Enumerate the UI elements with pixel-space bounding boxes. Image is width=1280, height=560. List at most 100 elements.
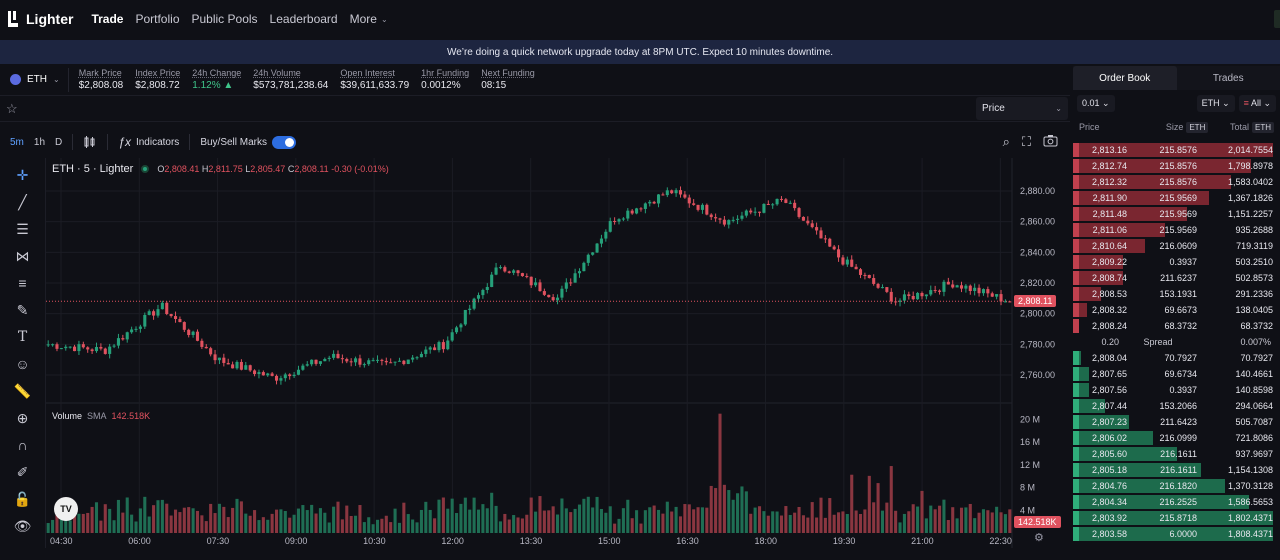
market-selector[interactable]: ETH ⌄ (2, 67, 69, 92)
tradingview-logo[interactable]: TV (54, 497, 78, 521)
volume-bar (604, 512, 608, 533)
candle-body (441, 342, 445, 350)
volume-bar (696, 507, 700, 533)
camera-icon[interactable] (1043, 134, 1058, 150)
candle-body (573, 273, 577, 283)
nav-leaderboard[interactable]: Leaderboard (270, 12, 338, 26)
volume-bar (323, 512, 327, 533)
chart-subbar: ☆ Price ⌄ (0, 96, 1070, 122)
size-cell: 215.8718 (1159, 513, 1197, 523)
bid-row[interactable]: 2,804.34 216.2525 1,586.5653 (1073, 494, 1280, 510)
tab-order-book[interactable]: Order Book (1073, 66, 1177, 90)
view-mode-select[interactable]: ≡ All ⌄ (1238, 94, 1276, 112)
lock-drawing-icon[interactable]: ✐ (13, 463, 33, 481)
settings-icon[interactable]: ⚙ (1034, 531, 1044, 544)
ask-row[interactable]: 2,808.74 211.6237 502.8573 (1073, 270, 1280, 286)
lock-icon[interactable]: 🔓 (13, 490, 33, 508)
ask-row[interactable]: 2,812.74 215.8576 1,798.8978 (1073, 158, 1280, 174)
candle-body (714, 217, 718, 219)
connect-button[interactable] (1274, 10, 1280, 28)
candle-body (648, 201, 652, 204)
candlestick-chart[interactable]: 2,880.00 2,860.00 2,840.00 2,820.00 2,800.00… (46, 158, 1070, 548)
ask-row[interactable]: 2,810.64 216.0609 719.3119 (1073, 238, 1280, 254)
ask-row[interactable]: 2,808.24 68.3732 68.3732 (1073, 318, 1280, 334)
candle-body (876, 283, 880, 288)
ask-row[interactable]: 2,811.48 215.9569 1,151.2257 (1073, 206, 1280, 222)
candle-type-icon[interactable] (83, 135, 97, 149)
tick-size-select[interactable]: 0.01 ⌄ (1077, 94, 1115, 112)
chevron-down-icon: ⌄ (53, 75, 60, 84)
ask-row[interactable]: 2,811.90 215.9569 1,367.1826 (1073, 190, 1280, 206)
volume-bar (195, 510, 200, 533)
bid-row[interactable]: 2,803.92 215.8718 1,802.4371 (1073, 510, 1280, 526)
brand-logo[interactable]: Lighter (6, 11, 73, 27)
emoji-icon[interactable]: ☺ (13, 355, 33, 373)
candle-body (156, 309, 160, 316)
candle-body (613, 221, 617, 223)
text-icon[interactable]: T (13, 328, 33, 346)
nav-portfolio[interactable]: Portfolio (135, 12, 179, 26)
star-icon[interactable]: ☆ (6, 101, 18, 117)
asset-unit-select[interactable]: ETH ⌄ (1196, 94, 1235, 112)
horizontal-lines-icon[interactable]: ☰ (13, 220, 33, 238)
volume-bar (907, 511, 911, 533)
zoom-in-icon[interactable]: ⊕ (13, 409, 33, 427)
volume-bar (823, 517, 827, 533)
fib-icon[interactable]: ≡ (13, 274, 33, 292)
trend-line-icon[interactable]: ╱ (13, 193, 33, 211)
brush-icon[interactable]: ✎ (13, 301, 33, 319)
volume-bar (450, 498, 454, 533)
volume-bar (582, 498, 586, 533)
indicators-button[interactable]: ƒx Indicators (118, 135, 179, 149)
timeframe-5m[interactable]: 5m (10, 137, 24, 148)
ask-row[interactable]: 2,808.32 69.6673 138.0405 (1073, 302, 1280, 318)
size-cell: 153.2066 (1159, 401, 1197, 411)
candle-body (920, 292, 924, 297)
bid-row[interactable]: 2,807.44 153.2066 294.0664 (1073, 398, 1280, 414)
bid-row[interactable]: 2,803.58 6.0000 1,808.4371 (1073, 526, 1280, 542)
timeframe-1h[interactable]: 1h (34, 137, 45, 148)
ask-row[interactable]: 2,813.16 215.8576 2,014.7554 (1073, 142, 1280, 158)
volume-bar (771, 511, 775, 533)
ask-row[interactable]: 2,811.06 215.9569 935.2688 (1073, 222, 1280, 238)
magnet-icon[interactable]: ∩ (13, 436, 33, 454)
ask-row[interactable]: 2,808.53 153.1931 291.2336 (1073, 286, 1280, 302)
crosshair-icon[interactable]: ✛ (13, 166, 33, 184)
chart-actions: ⌕ ⛶ (1003, 134, 1058, 150)
ask-row[interactable]: 2,812.32 215.8576 1,583.0402 (1073, 174, 1280, 190)
fullscreen-icon[interactable]: ⛶ (1022, 134, 1031, 150)
ask-row[interactable]: 2,809.22 0.3937 503.2510 (1073, 254, 1280, 270)
nav-public-pools[interactable]: Public Pools (192, 12, 258, 26)
time-tick-label: 10:30 (363, 536, 386, 546)
volume-bar (678, 516, 683, 533)
bid-row[interactable]: 2,805.18 216.1611 1,154.1308 (1073, 462, 1280, 478)
bid-row[interactable]: 2,804.76 216.1820 1,370.3128 (1073, 478, 1280, 494)
timeframe-d[interactable]: D (55, 137, 62, 148)
total-cell: 138.0405 (1235, 305, 1273, 315)
buy-sell-marks-control[interactable]: Buy/Sell Marks (200, 135, 296, 149)
ruler-icon[interactable]: 📏 (13, 382, 33, 400)
eye-icon[interactable]: 👁 (13, 517, 33, 535)
bid-row[interactable]: 2,807.23 211.6423 505.7087 (1073, 414, 1280, 430)
price-type-select[interactable]: Price ⌄ (976, 97, 1068, 120)
volume-bar (740, 486, 744, 533)
volume-bar (586, 496, 590, 533)
search-icon[interactable]: ⌕ (1003, 134, 1010, 150)
price-chart[interactable]: 2,880.00 2,860.00 2,840.00 2,820.00 2,800.00… (46, 158, 1070, 548)
bid-row[interactable]: 2,807.56 0.3937 140.8598 (1073, 382, 1280, 398)
bid-row[interactable]: 2,805.60 216.1611 937.9697 (1073, 446, 1280, 462)
volume-bar (274, 509, 279, 533)
spread-percent: 0.007% (1240, 337, 1271, 347)
nav-trade[interactable]: Trade (91, 12, 123, 26)
candle-body (907, 294, 911, 296)
candle-body (51, 344, 55, 346)
volume-bar (406, 514, 410, 533)
nav-more[interactable]: More ⌄ (350, 12, 388, 26)
bid-row[interactable]: 2,808.04 70.7927 70.7927 (1073, 350, 1280, 366)
tab-trades[interactable]: Trades (1177, 66, 1280, 90)
total-cell: 1,798.8978 (1227, 161, 1273, 171)
bid-row[interactable]: 2,807.65 69.6734 140.4661 (1073, 366, 1280, 382)
buy-sell-marks-toggle[interactable] (272, 135, 296, 149)
bid-row[interactable]: 2,806.02 216.0999 721.8086 (1073, 430, 1280, 446)
pattern-icon[interactable]: ⋈ (13, 247, 33, 265)
